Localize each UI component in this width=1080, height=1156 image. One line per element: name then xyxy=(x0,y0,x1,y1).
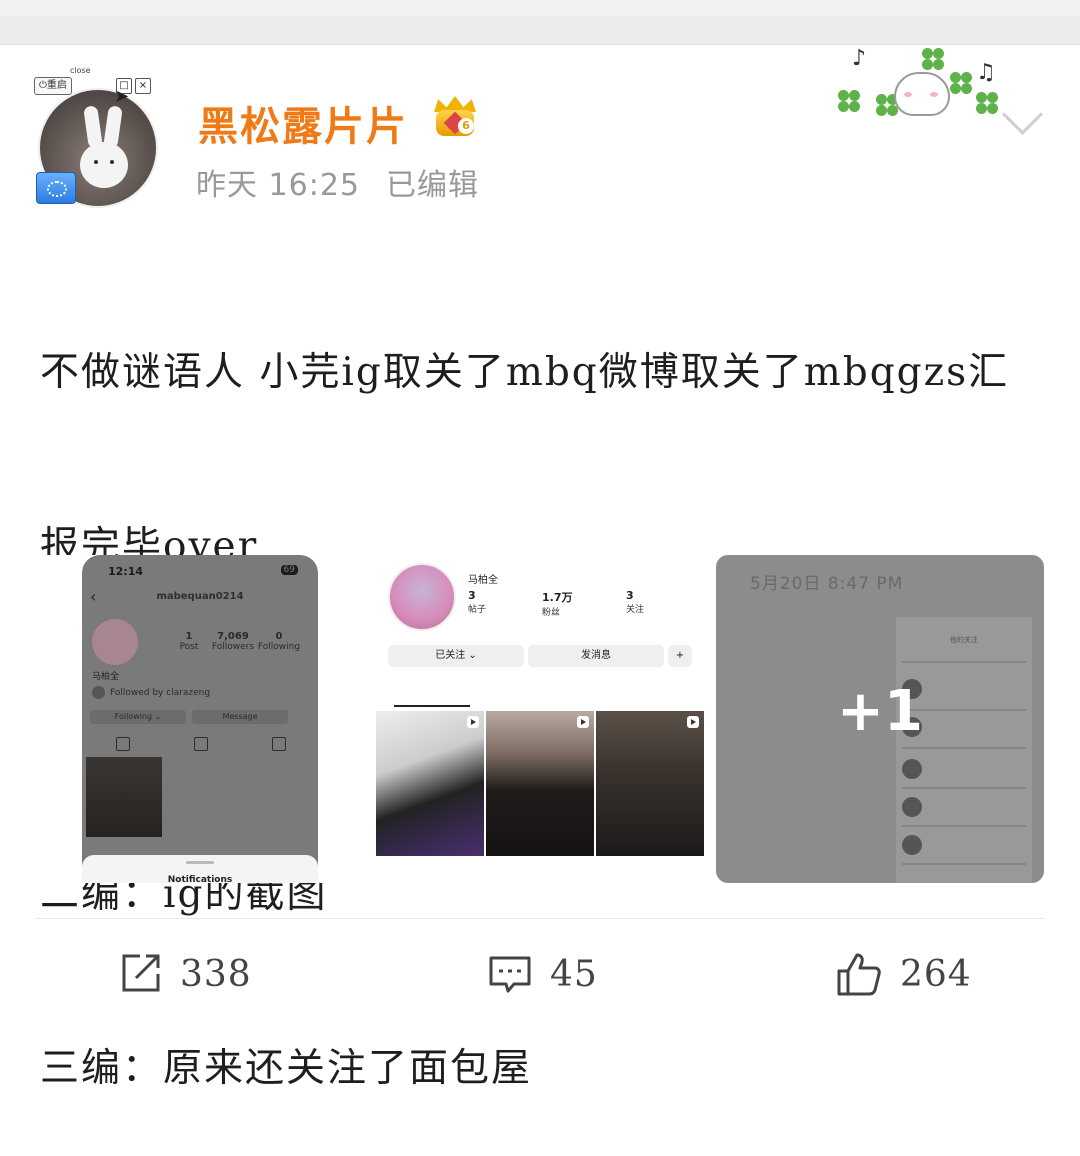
music-note-icon: ♪ xyxy=(852,46,867,71)
profile-photo xyxy=(596,711,704,856)
profile-tabs xyxy=(376,681,704,826)
repost-count: 338 xyxy=(180,953,252,995)
close-icon: × xyxy=(134,78,151,94)
like-count: 264 xyxy=(900,953,972,995)
ig-posts: 1 Post xyxy=(179,631,199,652)
profile-avatar xyxy=(388,563,456,631)
ig-username: mabequan0214 xyxy=(156,591,244,602)
repost-button[interactable]: 338 xyxy=(118,946,252,1002)
video-icon xyxy=(467,716,479,728)
avatar-window-buttons: ⏻重启 □ × xyxy=(34,76,151,96)
notifications-sheet: Notifications xyxy=(82,855,318,883)
restart-label: ⏻重启 xyxy=(34,77,72,95)
post-meta: 昨天 16:25 已编辑 xyxy=(196,160,479,204)
thumbs-up-icon xyxy=(837,953,881,996)
ig-following: 0 Following xyxy=(257,631,301,652)
post-time: 昨天 16:25 xyxy=(196,168,360,203)
profile-name: 马柏全 xyxy=(468,575,498,586)
like-button[interactable]: 264 xyxy=(836,946,972,1002)
edited-tag[interactable]: 已编辑 xyxy=(386,168,479,203)
post-image-following-list[interactable]: 5月20日 8:47 PM 他的关注 +1 xyxy=(716,555,1044,883)
folder-icon xyxy=(36,172,76,204)
ig-message-button: Message xyxy=(192,710,288,724)
vip-level: 6 xyxy=(458,118,474,134)
comment-icon xyxy=(489,956,531,993)
share-icon xyxy=(122,954,160,992)
profile-photo xyxy=(486,711,594,856)
followed-by-avatar xyxy=(92,686,105,699)
screenshot-date: 5月20日 8:47 PM xyxy=(750,574,904,594)
ig-following-button: Following ⌄ xyxy=(90,710,186,724)
status-time: 12:14 xyxy=(108,565,144,578)
ig-avatar xyxy=(92,619,138,665)
video-icon xyxy=(577,716,589,728)
ig-followers: 7,069 Followers xyxy=(211,631,255,652)
message-button: 发消息 xyxy=(528,645,664,667)
following-list-screenshot: 他的关注 xyxy=(896,617,1032,883)
post-image-ig-screenshot[interactable]: 12:14 69 ‹ mabequan0214 1 Post 7,069 Follo… xyxy=(36,555,364,883)
grid-icon xyxy=(116,737,130,751)
avatar[interactable]: ⏻重启 □ × close ➤ xyxy=(34,66,160,208)
vip-crown-icon[interactable]: 6 xyxy=(428,96,482,138)
top-bar xyxy=(0,0,1080,45)
comment-count: 45 xyxy=(550,953,598,995)
add-friend-icon: + xyxy=(668,645,692,667)
profile-fans: 1.7万 粉丝 xyxy=(542,591,573,618)
profile-photo xyxy=(376,711,484,856)
edit-note-3: 三编：原来还关注了面包屋 xyxy=(40,1046,533,1091)
username[interactable]: 黑松露片片 xyxy=(198,94,408,152)
music-note-icon: ♫ xyxy=(976,60,996,85)
close-tooltip: close xyxy=(70,66,91,75)
cursor-icon: ➤ xyxy=(114,86,130,107)
sheet-title: Notifications xyxy=(167,875,233,883)
profile-posts: 3 帖子 xyxy=(468,589,487,615)
chevron-down-icon[interactable] xyxy=(1001,93,1044,136)
post-image-profile[interactable]: 马柏全 3 帖子 1.7万 粉丝 3 关注 已关注 ⌄ 发消息 + xyxy=(376,555,704,883)
more-images-count: +1 xyxy=(837,679,923,744)
divider xyxy=(36,918,1044,919)
post-text-line: 不做谜语人 小芫ig取关了mbq微博取关了mbqgzs汇 xyxy=(40,350,1010,395)
following-list-title: 他的关注 xyxy=(950,636,978,644)
tagged-icon xyxy=(272,737,286,751)
reels-icon xyxy=(194,737,208,751)
battery-indicator: 69 xyxy=(280,565,298,575)
comment-button[interactable]: 45 xyxy=(488,946,598,1002)
ig-followed-by: Followed by clarazeng xyxy=(110,688,211,698)
hamster-clover-decoration-icon: ♪ ♫ xyxy=(836,44,1006,124)
ig-post-thumbnail xyxy=(86,757,162,837)
ig-tabs xyxy=(82,737,318,751)
followed-button: 已关注 ⌄ xyxy=(388,645,524,667)
ig-name: 马柏全 xyxy=(92,672,120,682)
profile-following: 3 关注 xyxy=(626,589,645,615)
video-icon xyxy=(687,716,699,728)
